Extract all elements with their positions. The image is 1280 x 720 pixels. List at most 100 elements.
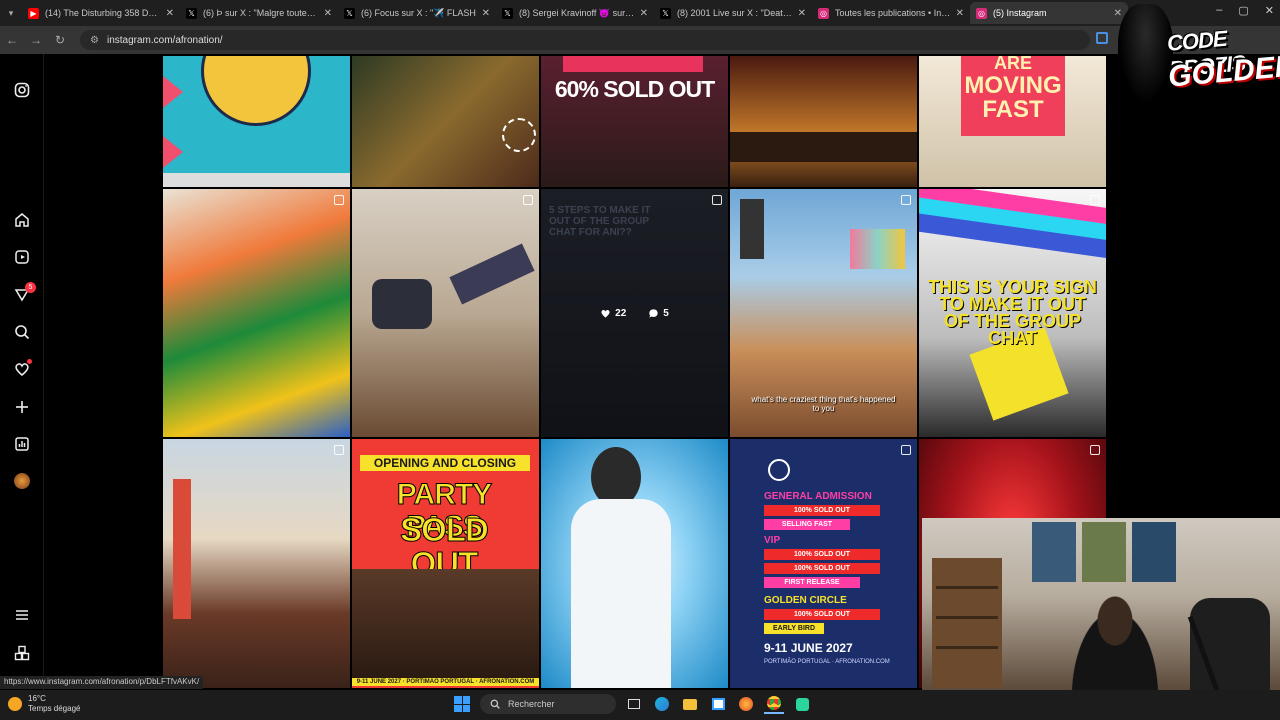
close-tab-icon[interactable]: ✕ xyxy=(640,8,648,19)
browser-tab[interactable]: 𝕏 (8) 2001 Live sur X : "Death Ro ✕ xyxy=(654,2,812,24)
reload-icon[interactable]: ↻ xyxy=(48,33,72,47)
close-tab-icon[interactable]: ✕ xyxy=(324,8,332,19)
browser-tab[interactable]: ◎ Toutes les publications • Instag ✕ xyxy=(812,2,970,24)
browser-tab[interactable]: ▶ (14) The Disturbing 358 Days D ✕ xyxy=(22,2,180,24)
heart-notifications-icon[interactable] xyxy=(12,359,32,379)
firefox-icon[interactable] xyxy=(736,694,756,714)
x-icon: 𝕏 xyxy=(660,7,671,19)
address-bar-row: ← → ↻ ⚙ instagram.com/afronation/ xyxy=(0,26,1280,54)
app-icon[interactable] xyxy=(792,694,812,714)
browser-tab[interactable]: 𝕏 (8) Sergei Kravinoff 😈 sur X : ✕ xyxy=(496,2,654,24)
site-info-icon[interactable]: ⚙ xyxy=(90,35,99,46)
instagram-sidebar: 5 xyxy=(0,54,44,690)
ticket-sold-out: 100% SOLD OUT xyxy=(764,505,880,516)
browser-tab[interactable]: 𝕏 (6) Ϸ sur X : "Malgre toutes les ✕ xyxy=(180,2,338,24)
x-icon: 𝕏 xyxy=(502,7,513,19)
browser-tab-title: (8) Sergei Kravinoff 😈 sur X : xyxy=(519,7,636,18)
weather-widget[interactable]: 16°C Temps dégagé xyxy=(8,694,80,714)
close-tab-icon[interactable]: ✕ xyxy=(166,8,174,19)
ticket-sold-out: 100% SOLD OUT xyxy=(764,549,880,560)
store-icon[interactable] xyxy=(708,694,728,714)
ticket-footer: PORTIMÃO PORTUGAL · AFRONATION.COM xyxy=(764,659,890,665)
post-tile[interactable] xyxy=(163,189,350,437)
url-field[interactable]: ⚙ instagram.com/afronation/ xyxy=(80,30,1090,50)
browser-tab[interactable]: 𝕏 (6) Focus sur X : "✈️ FLASH ✕ xyxy=(338,2,496,24)
x-icon: 𝕏 xyxy=(344,7,355,19)
tile-sold60-text: 60% SOLD OUT xyxy=(554,76,715,102)
tile-caption-text: what's the craziest thing that's happene… xyxy=(751,395,896,413)
browser-tab-title: (6) Ϸ sur X : "Malgre toutes les xyxy=(203,8,320,18)
post-tile[interactable] xyxy=(163,56,350,187)
ticket-sold-out: 100% SOLD OUT xyxy=(764,563,880,574)
tile-moving-top-text: ARE xyxy=(993,56,1032,73)
notifications-badge: 5 xyxy=(25,282,36,293)
close-tab-icon[interactable]: ✕ xyxy=(798,8,806,19)
wall-poster xyxy=(1132,522,1176,582)
task-view-icon[interactable] xyxy=(624,694,644,714)
post-tile[interactable]: what's the craziest thing that's happene… xyxy=(730,189,917,437)
menu-icon[interactable] xyxy=(12,605,32,625)
logo-figure xyxy=(1118,4,1173,104)
search-icon[interactable] xyxy=(12,322,32,342)
weather-temp: 16°C xyxy=(28,694,46,703)
reel-icon xyxy=(523,195,533,205)
meta-apps-icon[interactable] xyxy=(12,643,32,663)
browser-tab-title: Toutes les publications • Instag xyxy=(835,8,952,18)
post-tile[interactable]: THIS IS YOUR SIGN TO MAKE IT OUT OF THE … xyxy=(919,189,1106,437)
post-tile[interactable] xyxy=(352,56,539,187)
ticket-early-bird: EARLY BIRD xyxy=(764,623,824,634)
reel-icon xyxy=(901,195,911,205)
sun-icon xyxy=(8,697,22,711)
tile-moving-fast-text: MOVING FAST xyxy=(964,72,1062,123)
search-icon xyxy=(490,699,500,709)
reels-icon[interactable] xyxy=(12,247,32,267)
streamer-logo-overlay: CODE PROZIS GOLDENG xyxy=(1110,0,1280,110)
profile-avatar[interactable] xyxy=(12,471,32,491)
browser-tab-title: (14) The Disturbing 358 Days D xyxy=(45,8,162,18)
tile-pass-line1: OPENING AND CLOSING xyxy=(360,455,530,471)
x-icon: 𝕏 xyxy=(186,7,197,19)
tile-sign-text: THIS IS YOUR SIGN TO MAKE IT OUT OF THE … xyxy=(928,277,1097,348)
tab-search-icon[interactable]: ▾ xyxy=(0,8,22,19)
browser-tab[interactable]: ◎ (5) Instagram ✕ xyxy=(970,2,1128,24)
windows-logo-icon xyxy=(454,696,470,712)
youtube-icon: ▶ xyxy=(28,7,39,19)
post-tile[interactable] xyxy=(730,56,917,187)
chrome-icon[interactable] xyxy=(764,694,784,714)
start-button[interactable] xyxy=(452,694,472,714)
link-status-url: https://www.instagram.com/afronation/p/D… xyxy=(0,676,204,689)
post-tile[interactable]: ARE MOVING FAST xyxy=(919,56,1106,187)
post-tile[interactable] xyxy=(541,439,728,688)
wall-poster xyxy=(1032,522,1076,582)
post-tile[interactable]: OPENING AND CLOSING PARTY PASS SOLD OUT … xyxy=(352,439,539,688)
instagram-icon: ◎ xyxy=(976,7,987,19)
post-tile[interactable]: 60% SOLD OUT xyxy=(541,56,728,187)
notification-dot xyxy=(27,359,32,364)
post-tile-hovered[interactable]: 5 STEPS TO MAKE IT OUT OF THE GROUP CHAT… xyxy=(541,189,728,437)
taskbar-search[interactable]: Rechercher xyxy=(480,694,616,714)
home-icon[interactable] xyxy=(12,210,32,230)
file-explorer-icon[interactable] xyxy=(680,694,700,714)
ticket-vip-label: VIP xyxy=(764,535,781,546)
heart-icon xyxy=(601,309,610,318)
forward-icon[interactable]: → xyxy=(24,33,48,47)
reel-icon xyxy=(334,445,344,455)
post-tile[interactable] xyxy=(352,189,539,437)
dashboard-icon[interactable] xyxy=(12,434,32,454)
ticket-sold-out: 100% SOLD OUT xyxy=(764,609,880,620)
close-tab-icon[interactable]: ✕ xyxy=(482,8,490,19)
post-tile[interactable]: GENERAL ADMISSION 100% SOLD OUT SELLING … xyxy=(730,439,917,688)
edge-icon[interactable] xyxy=(652,694,672,714)
instagram-logo-icon[interactable] xyxy=(12,80,32,100)
post-tile[interactable] xyxy=(163,439,350,688)
weather-desc: Temps dégagé xyxy=(28,704,81,713)
likes-count: 22 xyxy=(600,308,626,319)
create-icon[interactable] xyxy=(12,397,32,417)
close-tab-icon[interactable]: ✕ xyxy=(956,8,964,19)
back-icon[interactable]: ← xyxy=(0,33,24,47)
messages-icon[interactable]: 5 xyxy=(12,282,36,305)
extension-icon[interactable] xyxy=(1096,32,1108,44)
url-text: instagram.com/afronation/ xyxy=(106,34,223,46)
comments-count: 5 xyxy=(648,308,669,319)
reel-icon xyxy=(901,445,911,455)
